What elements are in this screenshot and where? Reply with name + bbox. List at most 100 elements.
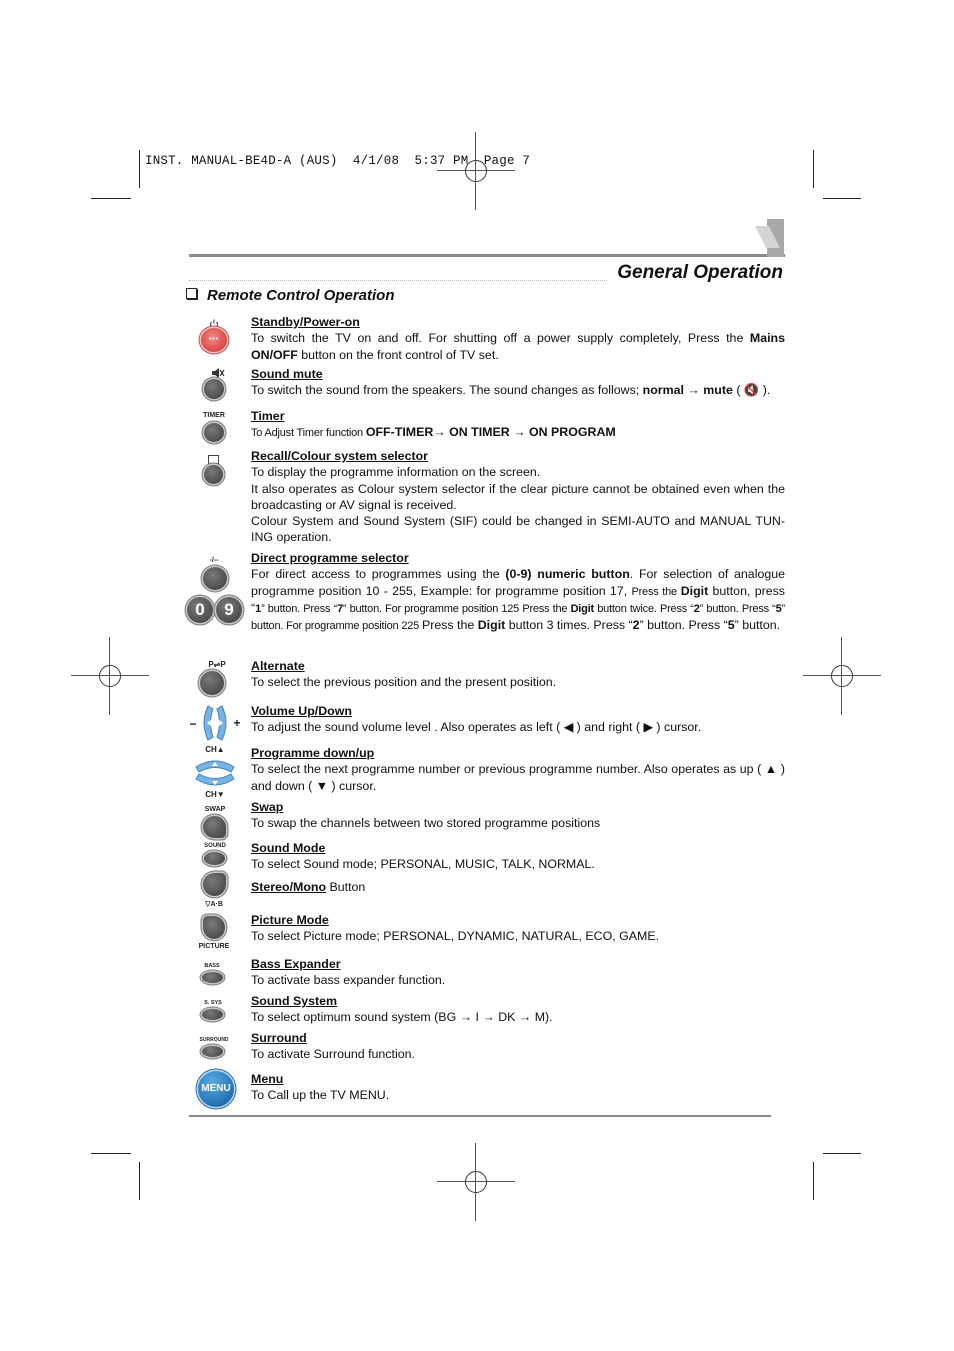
crop-mark bbox=[823, 1153, 861, 1154]
entry-suffix: Button bbox=[326, 880, 366, 894]
volume-down-label: − bbox=[189, 717, 197, 731]
t: Digit bbox=[680, 583, 709, 598]
entry-description: To swap the channels between two stored … bbox=[251, 816, 601, 831]
t: Digit bbox=[570, 602, 595, 615]
header-rule bbox=[189, 254, 785, 257]
entry-description: To switch the sound from the speakers. T… bbox=[251, 382, 785, 398]
entry-title: Stereo/Mono bbox=[251, 880, 327, 894]
numeric-button-9[interactable]: 9 bbox=[216, 597, 242, 623]
timer-label: TIMER bbox=[203, 412, 225, 419]
entry-title: Sound mute bbox=[251, 367, 323, 381]
entry-standby: Standby/Power-on To switch the TV on and… bbox=[251, 314, 785, 363]
entry-volume: Volume Up/Down To adjust the sound volum… bbox=[251, 703, 785, 736]
alternate-label: P⇌P bbox=[208, 660, 226, 669]
mute-icon bbox=[211, 366, 225, 378]
crop-mark bbox=[139, 150, 140, 188]
mute-symbol-text: ( 🔇 ). bbox=[732, 383, 771, 398]
entry-description-line: To display the programme information on … bbox=[251, 465, 541, 480]
entry-title: Picture Mode bbox=[251, 913, 329, 927]
t: ” button. For programme position 125 Pre… bbox=[342, 602, 571, 615]
entry-description: To activate bass expander function. bbox=[251, 973, 446, 988]
bass-label: BASS bbox=[204, 963, 220, 969]
entry-sound-system: Sound System To select optimum sound sys… bbox=[251, 993, 785, 1026]
sound-system-label: S. SYS bbox=[204, 1000, 222, 1006]
menu-button[interactable]: MENU bbox=[198, 1071, 234, 1107]
t: For direct access to programmes using th… bbox=[251, 567, 506, 582]
entry-description-line: It also operates as Colour system select… bbox=[251, 481, 785, 512]
dotted-divider bbox=[189, 280, 607, 281]
entry-programme: Programme down/up To select the next pro… bbox=[251, 745, 785, 794]
desc-text: To Adjust Timer function bbox=[251, 427, 366, 440]
t: button 3 times. Press “ bbox=[505, 618, 633, 633]
sound-system-button[interactable] bbox=[202, 1009, 223, 1020]
entry-stereo-mono: Stereo/Mono Button bbox=[251, 879, 785, 895]
t: ” button. bbox=[734, 618, 781, 633]
entry-description: To select optimum sound system (BG → I →… bbox=[251, 1010, 553, 1025]
crop-mark bbox=[91, 198, 131, 199]
sound-mode-button[interactable] bbox=[204, 852, 225, 865]
crop-mark bbox=[139, 1162, 140, 1200]
entry-title: Menu bbox=[251, 1072, 284, 1086]
entry-title: Bass Expander bbox=[251, 957, 341, 971]
t: (0-9) numeric button bbox=[505, 567, 630, 582]
crop-mark bbox=[91, 1153, 131, 1154]
standby-power-button[interactable]: ••• bbox=[201, 328, 227, 352]
entry-direct-programme: Direct programme selector For direct acc… bbox=[251, 550, 785, 634]
entry-description: To select the previous position and the … bbox=[251, 675, 557, 690]
volume-rocker-icon[interactable] bbox=[198, 704, 232, 742]
entry-recall: Recall/Colour system selector To display… bbox=[251, 448, 785, 546]
entry-description-line: Colour System and Sound System (SIF) cou… bbox=[251, 514, 785, 545]
entry-title: Programme down/up bbox=[251, 746, 375, 760]
entry-description: To adjust the sound volume level . Also … bbox=[251, 720, 702, 735]
t: button twice. Press “ bbox=[594, 602, 694, 615]
digit-button[interactable] bbox=[203, 567, 227, 590]
entry-title: Alternate bbox=[251, 659, 305, 673]
surround-button[interactable] bbox=[202, 1046, 223, 1057]
t: 5 bbox=[727, 618, 735, 633]
t: Digit bbox=[477, 618, 506, 633]
stereo-mono-button[interactable] bbox=[203, 873, 226, 896]
recall-button[interactable] bbox=[204, 465, 223, 484]
entry-description: For direct access to programmes using th… bbox=[251, 566, 785, 634]
stereo-mono-label: ▽A·B bbox=[205, 901, 223, 908]
bass-expander-button[interactable] bbox=[202, 972, 223, 983]
numeric-button-0[interactable]: 0 bbox=[187, 597, 213, 623]
entry-description: To select Picture mode; PERSONAL, DYNAMI… bbox=[251, 929, 660, 944]
swap-label: SWAP bbox=[204, 806, 226, 813]
t: ” button. Press “ bbox=[699, 602, 776, 615]
crop-mark bbox=[813, 1162, 814, 1200]
registration-mark bbox=[71, 637, 149, 715]
entry-title: Direct programme selector bbox=[251, 551, 409, 565]
entry-title: Standby/Power-on bbox=[251, 315, 360, 329]
checkbox-bullet-icon bbox=[186, 288, 197, 299]
picture-mode-label: PICTURE bbox=[198, 943, 230, 950]
desc-bold: OFF-TIMER→ ON TIMER → ON PROGRAM bbox=[365, 425, 616, 440]
digit-label: -/-- bbox=[209, 557, 219, 564]
channel-rocker-icon[interactable] bbox=[194, 755, 236, 791]
alternate-button[interactable] bbox=[200, 671, 224, 695]
entry-description: To switch the TV on and off. For shuttin… bbox=[251, 330, 785, 363]
entry-title: Recall/Colour system selector bbox=[251, 449, 428, 463]
mute-button[interactable] bbox=[204, 379, 224, 399]
power-icon bbox=[208, 316, 220, 329]
surround-label: SURROUND bbox=[199, 1037, 229, 1043]
entry-menu: Menu To Call up the TV MENU. bbox=[251, 1071, 785, 1104]
entry-swap: Swap To swap the channels between two st… bbox=[251, 799, 785, 832]
swap-button[interactable] bbox=[203, 816, 226, 838]
channel-up-label: CH▲ bbox=[205, 745, 225, 754]
picture-mode-button[interactable] bbox=[203, 916, 225, 939]
registration-mark bbox=[437, 1143, 515, 1221]
entry-title: Surround bbox=[251, 1031, 307, 1045]
section-title: General Operation bbox=[617, 262, 783, 283]
t: Press the bbox=[421, 618, 478, 633]
entry-description: To Call up the TV MENU. bbox=[251, 1088, 390, 1103]
entry-picture-mode: Picture Mode To select Picture mode; PER… bbox=[251, 912, 785, 945]
crop-mark bbox=[823, 198, 861, 199]
entry-surround: Surround To activate Surround function. bbox=[251, 1030, 785, 1063]
channel-down-label: CH▼ bbox=[205, 790, 225, 799]
registration-mark bbox=[437, 132, 515, 210]
entry-description: To Adjust Timer function OFF-TIMER→ ON T… bbox=[251, 424, 785, 441]
subsection-title: Remote Control Operation bbox=[186, 287, 395, 304]
entry-title: Volume Up/Down bbox=[251, 704, 352, 718]
timer-button[interactable] bbox=[204, 423, 224, 442]
